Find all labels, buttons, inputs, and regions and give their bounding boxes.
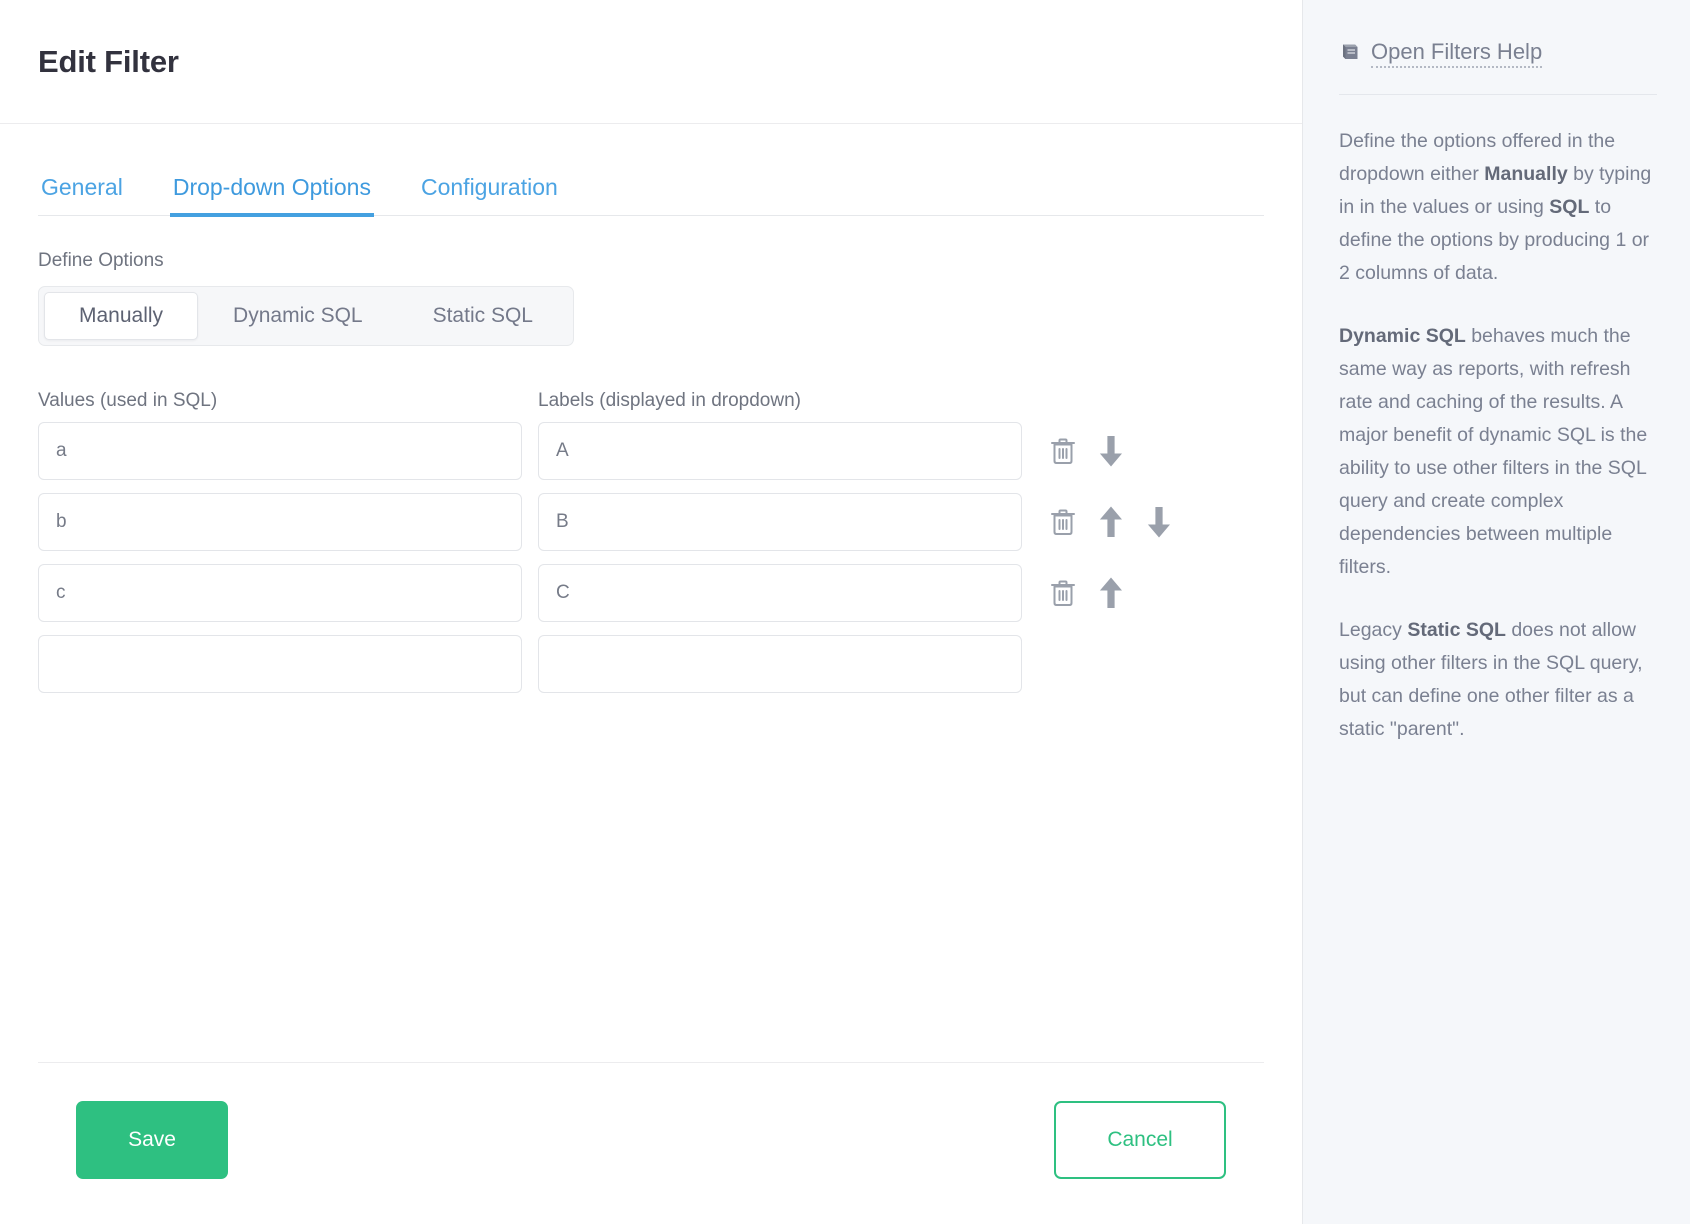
help-text: Define the options offered in the dropdo… <box>1339 125 1657 746</box>
option-row <box>38 564 1264 622</box>
option-value-input[interactable] <box>38 564 522 622</box>
main-panel: Edit Filter General Drop-down Options Co… <box>0 0 1303 1224</box>
help-paragraph: Define the options offered in the dropdo… <box>1339 125 1657 290</box>
move-row-down-icon[interactable] <box>1087 427 1135 475</box>
column-header-values: Values (used in SQL) <box>38 390 218 411</box>
move-row-down-icon <box>1135 569 1183 617</box>
column-header-labels: Labels (displayed in dropdown) <box>538 390 801 411</box>
option-rows <box>38 422 1264 693</box>
option-row-actions <box>1039 498 1189 546</box>
option-row <box>38 422 1264 480</box>
tab-configuration[interactable]: Configuration <box>418 174 561 215</box>
tab-general[interactable]: General <box>38 174 126 215</box>
move-row-down-icon <box>1135 640 1183 688</box>
segment-dynamic-sql[interactable]: Dynamic SQL <box>198 292 398 340</box>
delete-row-icon[interactable] <box>1039 498 1087 546</box>
move-row-up-icon <box>1087 640 1135 688</box>
option-value-input[interactable] <box>38 493 522 551</box>
help-paragraph: Dynamic SQL behaves much the same way as… <box>1339 320 1657 584</box>
delete-row-icon <box>1039 640 1087 688</box>
open-filters-help-link[interactable]: Open Filters Help <box>1371 39 1543 69</box>
define-options-segmented-control: Manually Dynamic SQL Static SQL <box>38 286 574 346</box>
define-options-label: Define Options <box>38 250 164 271</box>
help-emphasis: Manually <box>1484 163 1568 186</box>
segment-static-sql[interactable]: Static SQL <box>398 292 568 340</box>
tabs: General Drop-down Options Configuration <box>38 154 1264 217</box>
page-title: Edit Filter <box>38 43 179 79</box>
titlebar: Edit Filter <box>0 0 1302 124</box>
book-icon <box>1339 41 1361 68</box>
option-row-actions <box>1039 427 1189 475</box>
option-label-input[interactable] <box>538 635 1022 693</box>
option-row <box>38 493 1264 551</box>
help-panel: Open Filters Help Define the options off… <box>1303 0 1690 1224</box>
help-divider <box>1339 94 1657 96</box>
option-row <box>38 635 1264 693</box>
move-row-up-icon[interactable] <box>1087 498 1135 546</box>
tabs-container: General Drop-down Options Configuration <box>0 154 1302 217</box>
option-value-input[interactable] <box>38 422 522 480</box>
help-emphasis: Static SQL <box>1407 619 1506 642</box>
help-text-run: Legacy <box>1339 619 1408 642</box>
option-row-actions <box>1039 569 1189 617</box>
tab-drop-down-options[interactable]: Drop-down Options <box>169 174 374 217</box>
help-paragraph: Legacy Static SQL does not allow using o… <box>1339 614 1657 746</box>
help-emphasis: SQL <box>1549 196 1590 219</box>
move-row-up-icon <box>1135 427 1183 475</box>
move-row-up-icon[interactable] <box>1087 569 1135 617</box>
options-column-headers: Values (used in SQL) Labels (displayed i… <box>38 390 1264 412</box>
option-label-input[interactable] <box>538 422 1022 480</box>
option-row-actions <box>1039 640 1189 688</box>
delete-row-icon[interactable] <box>1039 569 1087 617</box>
option-value-input[interactable] <box>38 635 522 693</box>
save-button[interactable]: Save <box>76 1101 228 1179</box>
help-text-run: behaves much the same way as reports, wi… <box>1339 325 1648 579</box>
delete-row-icon[interactable] <box>1039 427 1087 475</box>
cancel-button[interactable]: Cancel <box>1054 1101 1226 1179</box>
open-filters-help-row[interactable]: Open Filters Help <box>1339 39 1657 69</box>
option-label-input[interactable] <box>538 493 1022 551</box>
option-label-input[interactable] <box>538 564 1022 622</box>
help-emphasis: Dynamic SQL <box>1339 325 1466 348</box>
footer: Save Cancel <box>0 1062 1302 1224</box>
segment-manually[interactable]: Manually <box>44 292 199 340</box>
edit-filter-screen: Edit Filter General Drop-down Options Co… <box>0 0 1690 1224</box>
move-row-down-icon[interactable] <box>1135 498 1183 546</box>
